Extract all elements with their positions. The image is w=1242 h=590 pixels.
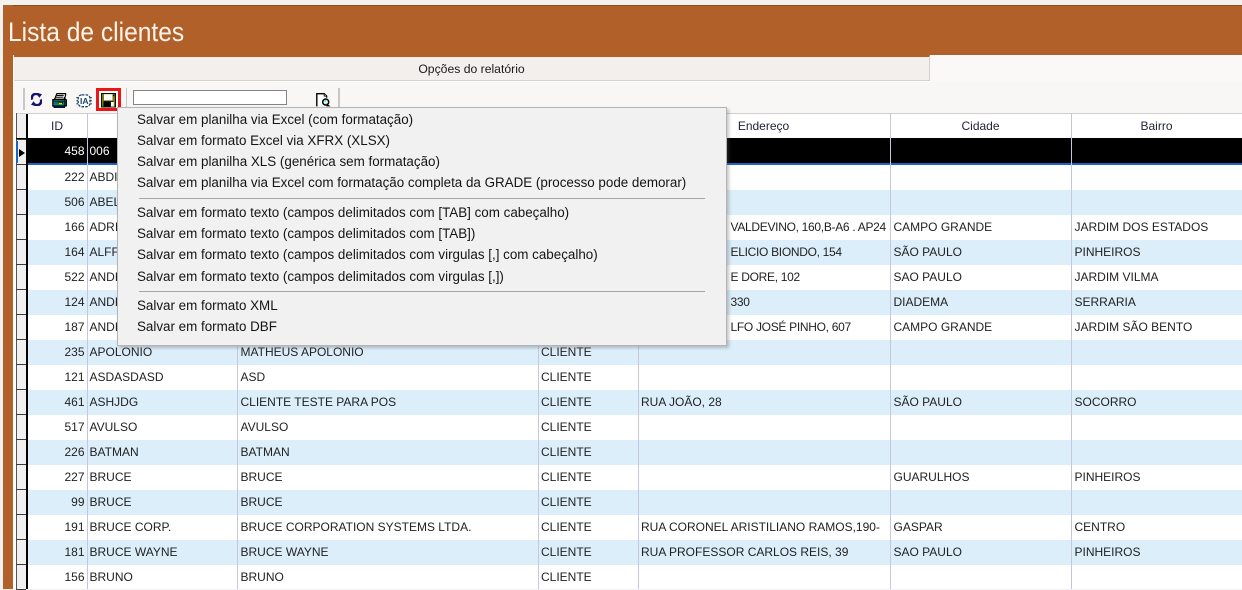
svg-text:IA: IA — [80, 96, 89, 106]
